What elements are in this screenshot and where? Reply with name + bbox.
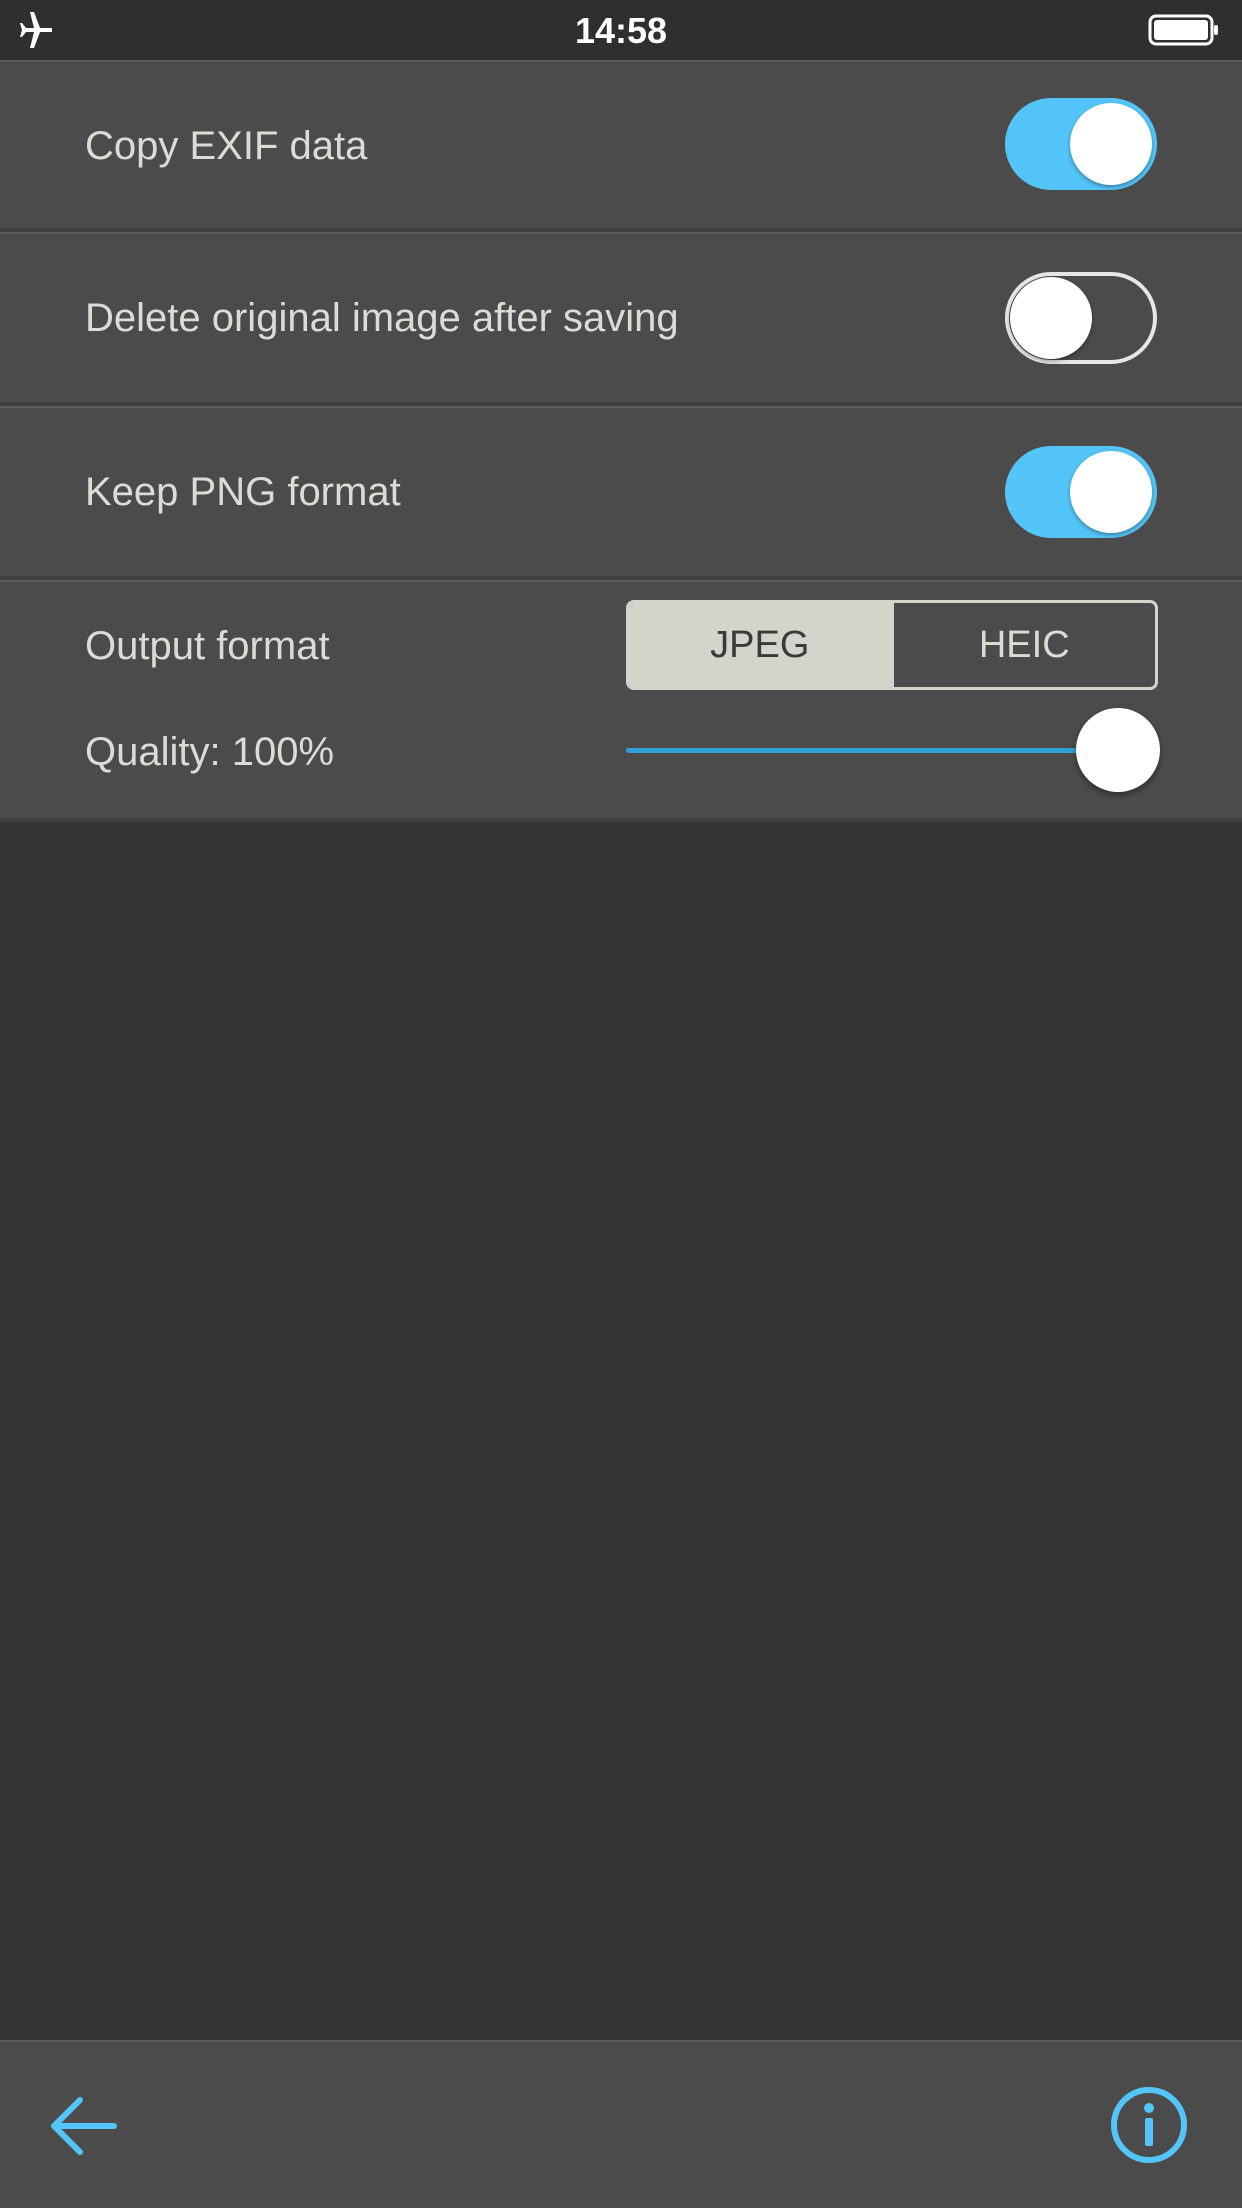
settings-row-copy-exif: Copy EXIF data bbox=[0, 60, 1242, 232]
keep-png-toggle[interactable] bbox=[1005, 446, 1157, 538]
slider-thumb[interactable] bbox=[1076, 708, 1160, 792]
arrow-left-icon[interactable] bbox=[48, 2090, 120, 2162]
info-icon[interactable] bbox=[1110, 2086, 1188, 2164]
quality-slider[interactable] bbox=[626, 706, 1160, 796]
status-bar: 14:58 bbox=[0, 0, 1242, 60]
keep-png-label: Keep PNG format bbox=[85, 470, 401, 514]
toggle-knob bbox=[1010, 277, 1092, 359]
quality-label: Quality: 100% bbox=[85, 730, 335, 774]
output-format-label: Output format bbox=[85, 624, 330, 668]
settings-row-delete-original: Delete original image after saving bbox=[0, 232, 1242, 406]
bottom-toolbar bbox=[0, 2040, 1242, 2208]
delete-original-label: Delete original image after saving bbox=[85, 296, 679, 340]
toggle-knob bbox=[1070, 451, 1152, 533]
copy-exif-label: Copy EXIF data bbox=[85, 124, 368, 168]
battery-full-icon bbox=[1148, 14, 1218, 46]
status-time: 14:58 bbox=[574, 10, 668, 51]
copy-exif-toggle[interactable] bbox=[1005, 98, 1157, 190]
output-format-segmented-control[interactable]: JPEG HEIC bbox=[626, 600, 1158, 690]
settings-row-output: Output format JPEG HEIC Quality: 100% bbox=[0, 580, 1242, 822]
segment-heic[interactable]: HEIC bbox=[890, 603, 1156, 687]
toggle-knob bbox=[1070, 103, 1152, 185]
delete-original-toggle[interactable] bbox=[1005, 272, 1157, 364]
settings-row-keep-png: Keep PNG format bbox=[0, 406, 1242, 580]
segment-jpeg[interactable]: JPEG bbox=[629, 603, 891, 687]
slider-fill bbox=[626, 748, 1118, 753]
